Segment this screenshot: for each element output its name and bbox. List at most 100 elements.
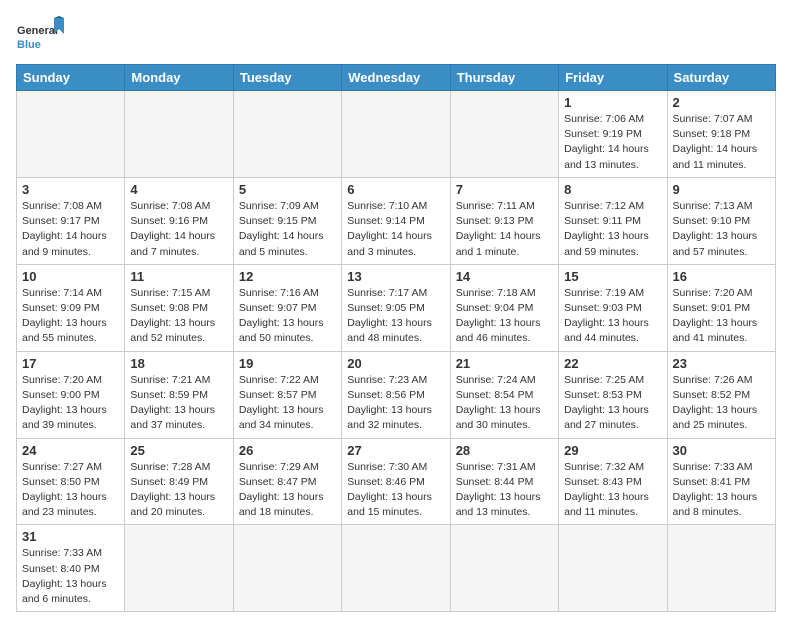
day-info: Sunrise: 7:33 AM Sunset: 8:40 PM Dayligh… (22, 546, 119, 607)
day-number: 11 (130, 269, 227, 284)
logo-svg: General Blue (16, 16, 66, 56)
day-number: 20 (347, 356, 444, 371)
day-number: 8 (564, 182, 661, 197)
day-number: 3 (22, 182, 119, 197)
day-info: Sunrise: 7:18 AM Sunset: 9:04 PM Dayligh… (456, 286, 553, 347)
day-number: 19 (239, 356, 336, 371)
day-cell: 5Sunrise: 7:09 AM Sunset: 9:15 PM Daylig… (233, 177, 341, 264)
day-info: Sunrise: 7:10 AM Sunset: 9:14 PM Dayligh… (347, 199, 444, 260)
week-row-2: 3 Sunrise: 7:08 AM Sunset: 9:17 PM Daylig… (17, 177, 776, 264)
weekday-header-row: SundayMondayTuesdayWednesdayThursdayFrid… (17, 65, 776, 91)
day-info: Sunrise: 7:20 AM Sunset: 9:01 PM Dayligh… (673, 286, 770, 347)
day-cell: 24 Sunrise: 7:27 AM Sunset: 8:50 PM Dayli… (17, 438, 125, 525)
weekday-header-saturday: Saturday (667, 65, 775, 91)
day-info: Sunrise: 7:25 AM Sunset: 8:53 PM Dayligh… (564, 373, 661, 434)
day-number: 15 (564, 269, 661, 284)
day-number: 24 (22, 443, 119, 458)
day-number: 13 (347, 269, 444, 284)
day-cell: 16Sunrise: 7:20 AM Sunset: 9:01 PM Dayli… (667, 264, 775, 351)
weekday-header-tuesday: Tuesday (233, 65, 341, 91)
day-number: 9 (673, 182, 770, 197)
week-row-6: 31 Sunrise: 7:33 AM Sunset: 8:40 PM Dayli… (17, 525, 776, 612)
day-number: 21 (456, 356, 553, 371)
day-info: Sunrise: 7:26 AM Sunset: 8:52 PM Dayligh… (673, 373, 770, 434)
weekday-header-sunday: Sunday (17, 65, 125, 91)
day-info: Sunrise: 7:20 AM Sunset: 9:00 PM Dayligh… (22, 373, 119, 434)
day-number: 12 (239, 269, 336, 284)
day-info: Sunrise: 7:09 AM Sunset: 9:15 PM Dayligh… (239, 199, 336, 260)
day-number: 26 (239, 443, 336, 458)
day-cell (233, 525, 341, 612)
day-cell: 2Sunrise: 7:07 AM Sunset: 9:18 PM Daylig… (667, 91, 775, 178)
day-cell: 7 Sunrise: 7:11 AM Sunset: 9:13 PM Daylig… (450, 177, 558, 264)
day-info: Sunrise: 7:08 AM Sunset: 9:17 PM Dayligh… (22, 199, 119, 260)
calendar: SundayMondayTuesdayWednesdayThursdayFrid… (16, 64, 776, 612)
day-cell: 27Sunrise: 7:30 AM Sunset: 8:46 PM Dayli… (342, 438, 450, 525)
day-number: 25 (130, 443, 227, 458)
day-number: 28 (456, 443, 553, 458)
day-cell: 25 Sunrise: 7:28 AM Sunset: 8:49 PM Dayli… (125, 438, 233, 525)
day-cell: 4Sunrise: 7:08 AM Sunset: 9:16 PM Daylig… (125, 177, 233, 264)
day-info: Sunrise: 7:12 AM Sunset: 9:11 PM Dayligh… (564, 199, 661, 260)
day-cell: 17 Sunrise: 7:20 AM Sunset: 9:00 PM Dayli… (17, 351, 125, 438)
day-info: Sunrise: 7:22 AM Sunset: 8:57 PM Dayligh… (239, 373, 336, 434)
day-cell: 13 Sunrise: 7:17 AM Sunset: 9:05 PM Dayli… (342, 264, 450, 351)
day-info: Sunrise: 7:17 AM Sunset: 9:05 PM Dayligh… (347, 286, 444, 347)
day-cell: 31 Sunrise: 7:33 AM Sunset: 8:40 PM Dayli… (17, 525, 125, 612)
day-number: 30 (673, 443, 770, 458)
day-cell: 29Sunrise: 7:32 AM Sunset: 8:43 PM Dayli… (559, 438, 667, 525)
week-row-5: 24 Sunrise: 7:27 AM Sunset: 8:50 PM Dayli… (17, 438, 776, 525)
day-info: Sunrise: 7:27 AM Sunset: 8:50 PM Dayligh… (22, 460, 119, 521)
day-info: Sunrise: 7:29 AM Sunset: 8:47 PM Dayligh… (239, 460, 336, 521)
day-info: Sunrise: 7:23 AM Sunset: 8:56 PM Dayligh… (347, 373, 444, 434)
day-cell (450, 91, 558, 178)
day-info: Sunrise: 7:28 AM Sunset: 8:49 PM Dayligh… (130, 460, 227, 521)
day-cell: 20 Sunrise: 7:23 AM Sunset: 8:56 PM Dayli… (342, 351, 450, 438)
day-cell: 28Sunrise: 7:31 AM Sunset: 8:44 PM Dayli… (450, 438, 558, 525)
week-row-1: 1 Sunrise: 7:06 AM Sunset: 9:19 PM Daylig… (17, 91, 776, 178)
day-cell (450, 525, 558, 612)
day-number: 6 (347, 182, 444, 197)
day-number: 18 (130, 356, 227, 371)
day-cell: 11 Sunrise: 7:15 AM Sunset: 9:08 PM Dayli… (125, 264, 233, 351)
day-cell: 6 Sunrise: 7:10 AM Sunset: 9:14 PM Daylig… (342, 177, 450, 264)
day-number: 1 (564, 95, 661, 110)
day-cell: 9 Sunrise: 7:13 AM Sunset: 9:10 PM Daylig… (667, 177, 775, 264)
day-info: Sunrise: 7:21 AM Sunset: 8:59 PM Dayligh… (130, 373, 227, 434)
svg-text:General: General (17, 25, 58, 37)
day-cell: 23 Sunrise: 7:26 AM Sunset: 8:52 PM Dayli… (667, 351, 775, 438)
day-info: Sunrise: 7:15 AM Sunset: 9:08 PM Dayligh… (130, 286, 227, 347)
day-cell: 8 Sunrise: 7:12 AM Sunset: 9:11 PM Daylig… (559, 177, 667, 264)
day-cell (125, 525, 233, 612)
day-number: 10 (22, 269, 119, 284)
day-number: 14 (456, 269, 553, 284)
day-cell (125, 91, 233, 178)
day-cell: 14 Sunrise: 7:18 AM Sunset: 9:04 PM Dayli… (450, 264, 558, 351)
weekday-header-thursday: Thursday (450, 65, 558, 91)
day-cell: 21Sunrise: 7:24 AM Sunset: 8:54 PM Dayli… (450, 351, 558, 438)
day-cell: 19 Sunrise: 7:22 AM Sunset: 8:57 PM Dayli… (233, 351, 341, 438)
day-cell (342, 525, 450, 612)
week-row-4: 17 Sunrise: 7:20 AM Sunset: 9:00 PM Dayli… (17, 351, 776, 438)
day-cell (559, 525, 667, 612)
day-cell (667, 525, 775, 612)
day-number: 31 (22, 529, 119, 544)
week-row-3: 10 Sunrise: 7:14 AM Sunset: 9:09 PM Dayli… (17, 264, 776, 351)
weekday-header-friday: Friday (559, 65, 667, 91)
day-cell: 3 Sunrise: 7:08 AM Sunset: 9:17 PM Daylig… (17, 177, 125, 264)
day-number: 7 (456, 182, 553, 197)
day-cell (17, 91, 125, 178)
day-info: Sunrise: 7:11 AM Sunset: 9:13 PM Dayligh… (456, 199, 553, 260)
day-info: Sunrise: 7:14 AM Sunset: 9:09 PM Dayligh… (22, 286, 119, 347)
day-info: Sunrise: 7:13 AM Sunset: 9:10 PM Dayligh… (673, 199, 770, 260)
day-info: Sunrise: 7:06 AM Sunset: 9:19 PM Dayligh… (564, 112, 661, 173)
day-number: 23 (673, 356, 770, 371)
day-info: Sunrise: 7:19 AM Sunset: 9:03 PM Dayligh… (564, 286, 661, 347)
day-cell: 15 Sunrise: 7:19 AM Sunset: 9:03 PM Dayli… (559, 264, 667, 351)
day-number: 4 (130, 182, 227, 197)
day-cell (342, 91, 450, 178)
day-cell: 26 Sunrise: 7:29 AM Sunset: 8:47 PM Dayli… (233, 438, 341, 525)
day-number: 17 (22, 356, 119, 371)
day-cell: 30Sunrise: 7:33 AM Sunset: 8:41 PM Dayli… (667, 438, 775, 525)
day-cell (233, 91, 341, 178)
